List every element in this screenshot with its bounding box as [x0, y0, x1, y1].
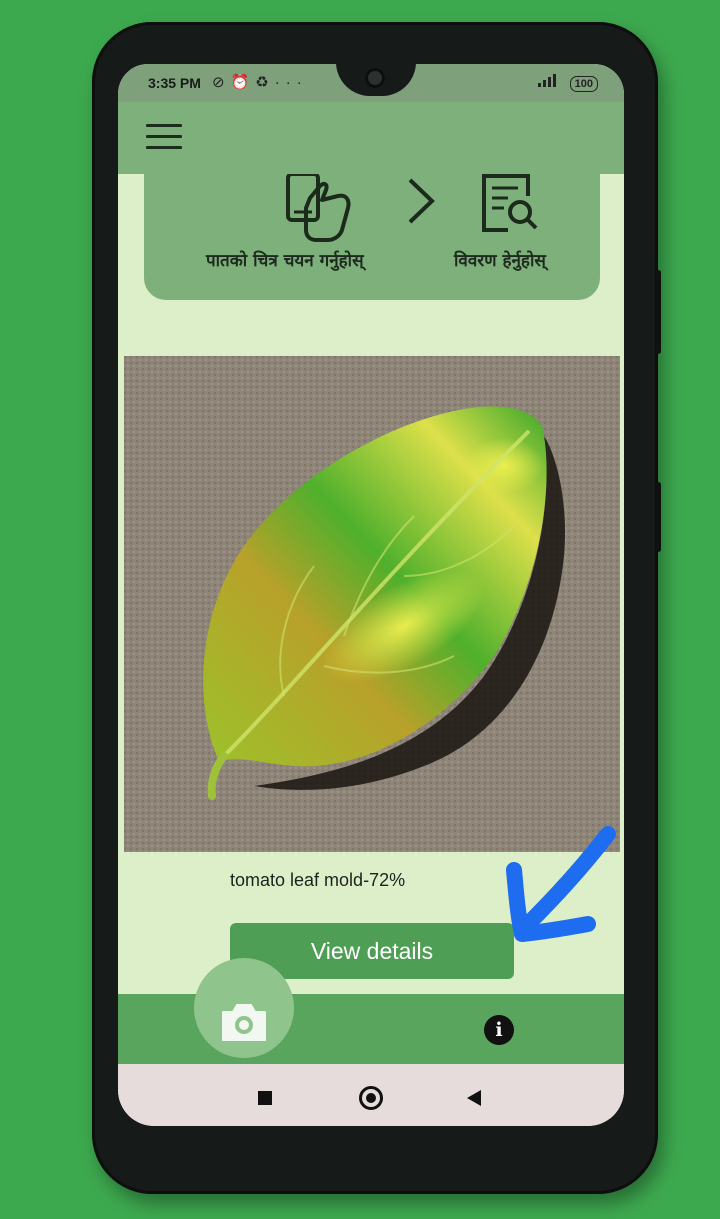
chevron-right-icon — [406, 176, 436, 236]
more-icon: ··· — [274, 74, 308, 91]
system-navigation-bar — [118, 1064, 624, 1126]
signal-icon — [537, 74, 556, 87]
silent-icon: ⊘ — [212, 74, 231, 91]
camera-notch — [336, 64, 416, 96]
home-icon[interactable] — [359, 1086, 383, 1110]
step-view-details-label: विवरण हेर्नुहोस् — [454, 251, 546, 271]
power-button — [656, 482, 661, 552]
camera-icon — [222, 1004, 266, 1041]
status-bar: 3:35 PM ⊘⏰♻··· 100 — [118, 64, 624, 102]
front-camera — [365, 68, 385, 88]
steps-card: पातको चित्र चयन गर्नुहोस् विवरण हेर्नुहो… — [144, 174, 600, 300]
document-search-icon — [482, 174, 538, 232]
leaf-photo — [124, 356, 620, 852]
leaf-illustration — [124, 356, 620, 852]
app-screen: 3:35 PM ⊘⏰♻··· 100 पातको चित्र चयन गर्नु… — [118, 64, 624, 1126]
recent-apps-icon[interactable] — [258, 1091, 272, 1105]
status-right-icons: 100 — [537, 74, 598, 92]
hamburger-menu-icon[interactable] — [146, 124, 182, 152]
status-left-icons: ⊘⏰♻··· — [212, 73, 308, 91]
annotation-arrow-icon — [506, 826, 616, 942]
status-time: 3:35 PM — [148, 75, 201, 91]
phone-tap-icon — [286, 174, 351, 242]
battery-indicator: 100 — [569, 76, 598, 92]
sync-icon: ♻ — [255, 74, 275, 91]
back-icon[interactable] — [467, 1090, 481, 1106]
camera-button[interactable] — [194, 958, 294, 1058]
prediction-result: tomato leaf mold-72% — [230, 870, 406, 890]
info-icon[interactable]: i — [484, 1015, 514, 1045]
volume-button — [656, 270, 661, 354]
step-select-leaf-label: पातको चित्र चयन गर्नुहोस् — [206, 251, 364, 271]
app-bar — [118, 102, 624, 174]
alarm-icon: ⏰ — [230, 74, 256, 91]
